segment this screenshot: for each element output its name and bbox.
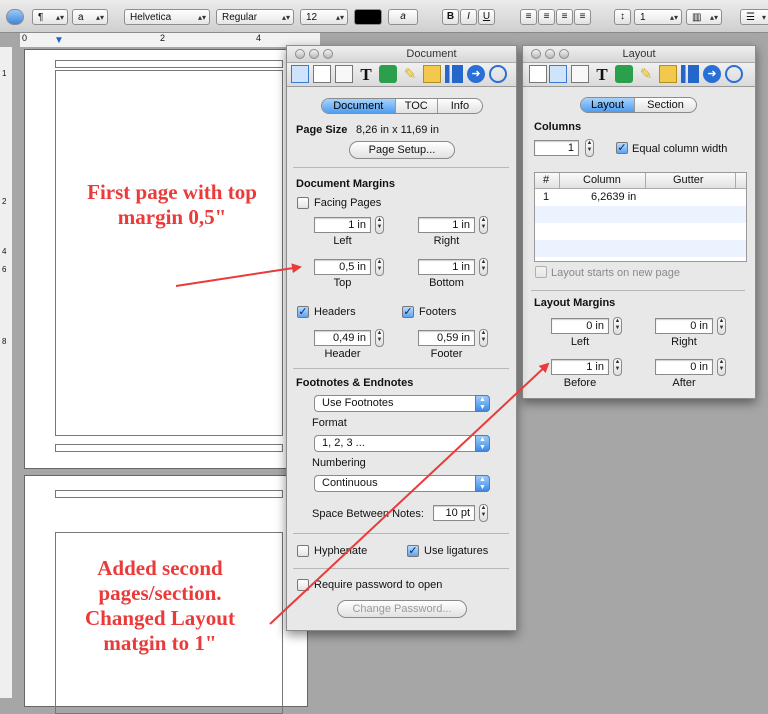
arrow-to-before-margin [269,362,550,625]
arrow-to-top-margin [175,263,302,287]
annotation-arrows [175,263,550,625]
